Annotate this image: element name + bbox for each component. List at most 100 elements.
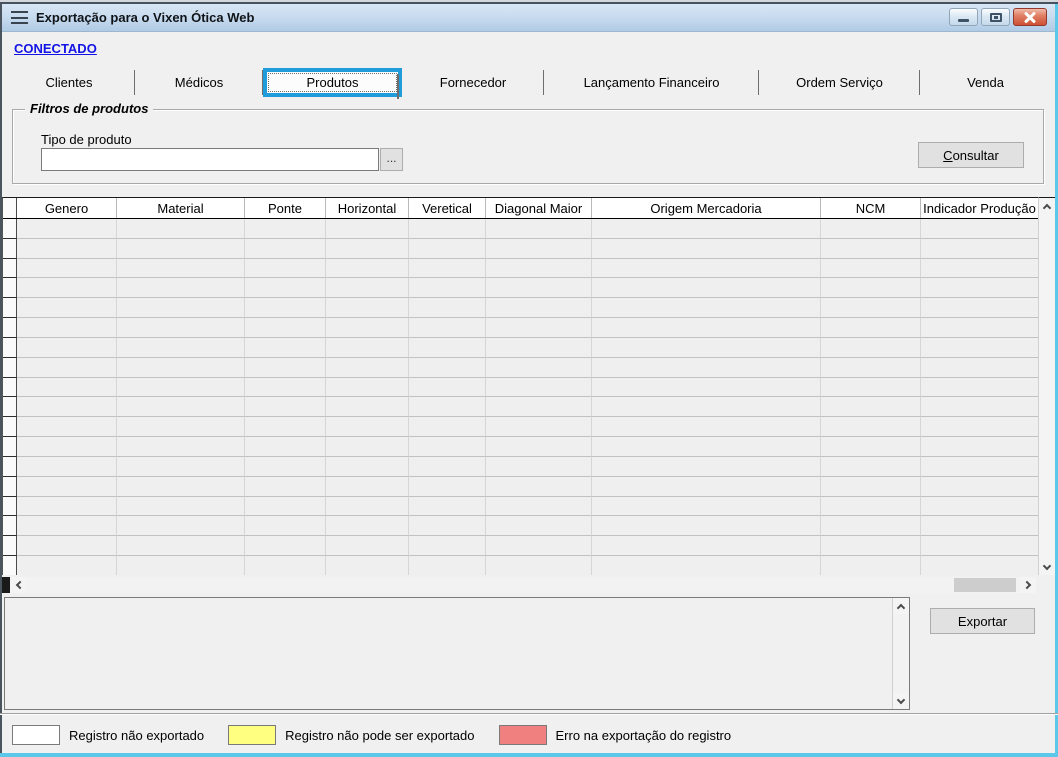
column-header-diagonal-maior[interactable]: Diagonal Maior: [486, 198, 592, 218]
table-cell[interactable]: [486, 556, 592, 575]
table-cell[interactable]: [117, 457, 245, 477]
table-cell[interactable]: [486, 516, 592, 536]
table-cell[interactable]: [245, 457, 326, 477]
table-cell[interactable]: [409, 239, 486, 259]
table-cell[interactable]: [326, 298, 409, 318]
consultar-button[interactable]: Consultar: [918, 142, 1024, 168]
table-cell[interactable]: [821, 298, 921, 318]
table-cell[interactable]: [117, 536, 245, 556]
table-cell[interactable]: [821, 477, 921, 497]
table-cell[interactable]: [486, 417, 592, 437]
table-cell[interactable]: [821, 358, 921, 378]
column-header-ncm[interactable]: NCM: [821, 198, 921, 218]
table-cell[interactable]: [921, 397, 1038, 417]
scroll-right-button[interactable]: [1020, 577, 1036, 593]
table-cell[interactable]: [117, 278, 245, 298]
table-cell[interactable]: [921, 477, 1038, 497]
table-cell[interactable]: [592, 556, 821, 575]
table-cell[interactable]: [486, 497, 592, 517]
column-header-genero[interactable]: Genero: [17, 198, 117, 218]
table-cell[interactable]: [821, 516, 921, 536]
table-row[interactable]: [3, 219, 1038, 239]
table-cell[interactable]: [326, 259, 409, 279]
scroll-up-button[interactable]: [1039, 198, 1055, 215]
export-log-memo[interactable]: [4, 597, 910, 710]
table-cell[interactable]: [486, 259, 592, 279]
table-cell[interactable]: [486, 536, 592, 556]
table-cell[interactable]: [117, 516, 245, 536]
table-cell[interactable]: [117, 338, 245, 358]
table-cell[interactable]: [592, 318, 821, 338]
table-cell[interactable]: [409, 338, 486, 358]
table-cell[interactable]: [326, 437, 409, 457]
table-cell[interactable]: [821, 219, 921, 239]
table-cell[interactable]: [17, 278, 117, 298]
table-cell[interactable]: [921, 259, 1038, 279]
table-cell[interactable]: [117, 378, 245, 398]
table-cell[interactable]: [17, 397, 117, 417]
table-cell[interactable]: [486, 278, 592, 298]
table-cell[interactable]: [326, 477, 409, 497]
table-cell[interactable]: [921, 457, 1038, 477]
table-cell[interactable]: [409, 259, 486, 279]
table-row[interactable]: [3, 417, 1038, 437]
table-cell[interactable]: [409, 437, 486, 457]
close-button[interactable]: [1013, 8, 1047, 26]
table-cell[interactable]: [409, 397, 486, 417]
table-cell[interactable]: [592, 259, 821, 279]
table-cell[interactable]: [486, 358, 592, 378]
browse-button[interactable]: ...: [380, 148, 403, 171]
table-row[interactable]: [3, 437, 1038, 457]
table-row[interactable]: [3, 338, 1038, 358]
table-cell[interactable]: [409, 457, 486, 477]
scroll-left-button[interactable]: [10, 577, 26, 593]
table-cell[interactable]: [486, 477, 592, 497]
table-cell[interactable]: [245, 536, 326, 556]
table-cell[interactable]: [486, 239, 592, 259]
table-cell[interactable]: [409, 219, 486, 239]
table-cell[interactable]: [592, 298, 821, 318]
table-cell[interactable]: [921, 536, 1038, 556]
table-cell[interactable]: [592, 378, 821, 398]
table-row[interactable]: [3, 239, 1038, 259]
table-row[interactable]: [3, 516, 1038, 536]
table-cell[interactable]: [409, 556, 486, 575]
table-cell[interactable]: [486, 338, 592, 358]
table-cell[interactable]: [117, 556, 245, 575]
table-cell[interactable]: [592, 437, 821, 457]
table-cell[interactable]: [245, 417, 326, 437]
table-cell[interactable]: [592, 219, 821, 239]
table-cell[interactable]: [821, 536, 921, 556]
table-row[interactable]: [3, 477, 1038, 497]
table-cell[interactable]: [117, 497, 245, 517]
table-cell[interactable]: [117, 397, 245, 417]
table-cell[interactable]: [592, 536, 821, 556]
table-cell[interactable]: [326, 417, 409, 437]
table-cell[interactable]: [245, 259, 326, 279]
tipo-de-produto-input[interactable]: [41, 148, 379, 171]
table-cell[interactable]: [17, 417, 117, 437]
table-cell[interactable]: [117, 358, 245, 378]
table-cell[interactable]: [921, 437, 1038, 457]
table-cell[interactable]: [821, 497, 921, 517]
table-cell[interactable]: [245, 239, 326, 259]
table-cell[interactable]: [326, 219, 409, 239]
column-header-ponte[interactable]: Ponte: [245, 198, 326, 218]
table-cell[interactable]: [326, 278, 409, 298]
table-cell[interactable]: [245, 556, 326, 575]
table-cell[interactable]: [17, 338, 117, 358]
column-header-material[interactable]: Material: [117, 198, 245, 218]
table-row[interactable]: [3, 318, 1038, 338]
table-cell[interactable]: [17, 219, 117, 239]
scrollbar-track[interactable]: [26, 577, 1020, 593]
table-cell[interactable]: [592, 278, 821, 298]
table-cell[interactable]: [326, 536, 409, 556]
table-cell[interactable]: [592, 397, 821, 417]
table-cell[interactable]: [821, 239, 921, 259]
table-cell[interactable]: [486, 318, 592, 338]
table-cell[interactable]: [326, 338, 409, 358]
table-row[interactable]: [3, 457, 1038, 477]
connection-status-link[interactable]: CONECTADO: [14, 41, 97, 56]
table-row[interactable]: [3, 397, 1038, 417]
table-cell[interactable]: [17, 536, 117, 556]
